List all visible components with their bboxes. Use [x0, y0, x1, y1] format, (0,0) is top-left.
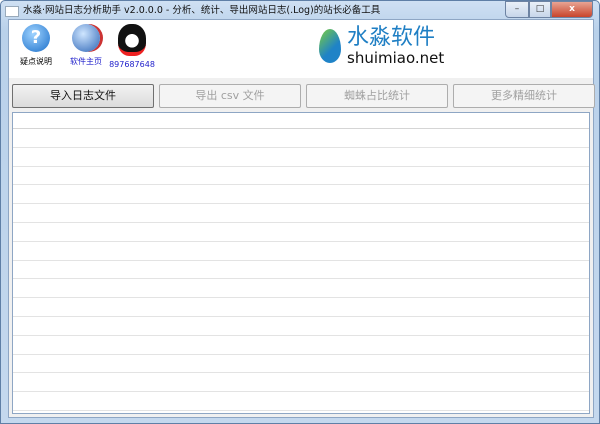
client-area: ? 疑点说明 软件主页 897687648 水淼软件 shuimiao.net … — [8, 19, 595, 418]
minimize-button[interactable]: – — [505, 1, 529, 18]
table-row — [13, 261, 589, 280]
export-csv-button[interactable]: 导出 csv 文件 — [159, 84, 301, 108]
table-row — [13, 148, 589, 167]
maximize-button[interactable]: □ — [529, 1, 551, 18]
water-drop-icon — [319, 29, 341, 63]
help-tool[interactable]: ? 疑点说明 — [11, 24, 61, 67]
table-row — [13, 355, 589, 374]
table-row — [13, 392, 589, 411]
title-bar: 水淼·网站日志分析助手 v2.0.0.0 - 分析、统计、导出网站日志(.Log… — [5, 3, 380, 19]
log-list-view[interactable] — [12, 112, 590, 414]
table-row — [13, 204, 589, 223]
table-row — [13, 129, 589, 148]
table-row — [13, 185, 589, 205]
window-title: 水淼·网站日志分析助手 v2.0.0.0 - 分析、统计、导出网站日志(.Log… — [23, 5, 381, 16]
homepage-label: 软件主页 — [70, 57, 102, 66]
table-row — [13, 373, 589, 393]
table-row — [13, 279, 589, 299]
table-row — [13, 242, 589, 261]
qq-penguin-icon — [118, 24, 146, 56]
table-row — [13, 223, 589, 242]
logo: 水淼软件 shuimiao.net — [319, 26, 444, 66]
app-window: 水淼·网站日志分析助手 v2.0.0.0 - 分析、统计、导出网站日志(.Log… — [0, 0, 600, 424]
table-row — [13, 167, 589, 186]
table-row — [13, 336, 589, 355]
table-row — [13, 317, 589, 336]
import-log-button[interactable]: 导入日志文件 — [12, 84, 154, 108]
help-label: 疑点说明 — [20, 57, 52, 66]
list-header[interactable] — [13, 113, 589, 129]
table-row — [13, 298, 589, 317]
logo-name: 水淼软件 — [347, 25, 436, 50]
app-icon — [5, 5, 19, 17]
more-stats-button[interactable]: 更多精细统计 — [453, 84, 595, 108]
close-button[interactable]: x — [551, 1, 593, 18]
globe-icon — [72, 24, 100, 52]
spider-stats-button[interactable]: 蜘蛛占比统计 — [306, 84, 448, 108]
help-icon: ? — [22, 24, 50, 52]
homepage-tool[interactable]: 软件主页 — [61, 24, 111, 67]
qq-label: 897687648 — [109, 60, 155, 69]
logo-url: shuimiao.net — [347, 49, 445, 67]
qq-tool[interactable]: 897687648 — [107, 24, 157, 69]
